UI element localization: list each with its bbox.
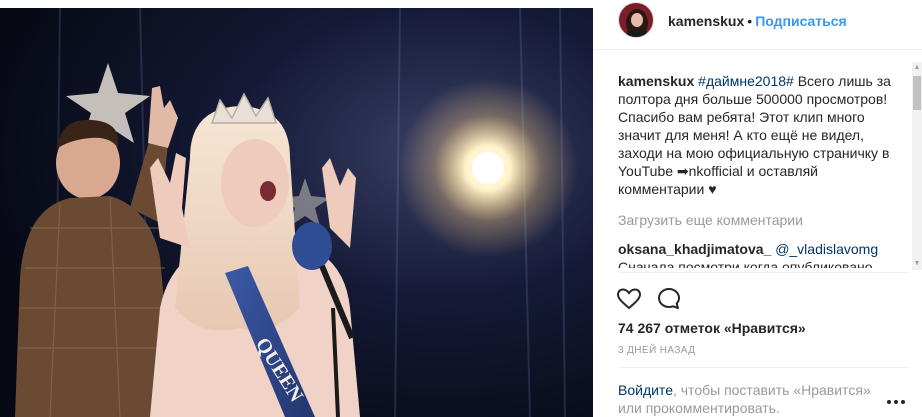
post-photo[interactable]: QUEEN xyxy=(0,8,593,417)
scrollbar-thumb[interactable] xyxy=(913,76,921,110)
load-more-comments-button[interactable]: Загрузить еще комментарии xyxy=(618,211,903,229)
post-header: kamenskux • Подписаться xyxy=(593,0,922,50)
comment-item: oksana_khadjimatova_ @_vladislavomg Снач… xyxy=(618,240,903,268)
avatar[interactable] xyxy=(618,2,654,38)
comment-button[interactable] xyxy=(656,286,682,312)
likes-count[interactable]: 74 267 отметок «Нравится» xyxy=(618,320,806,336)
ellipsis-icon xyxy=(887,400,905,404)
avatar-image xyxy=(619,3,653,37)
scroll-down-arrow-icon[interactable]: ▼ xyxy=(912,258,922,270)
more-options-button[interactable] xyxy=(885,392,907,412)
caption-text: Всего лишь за полтора дня больше 500000 … xyxy=(618,73,891,197)
post-timestamp[interactable]: 3 ДНЕЙ НАЗАД xyxy=(618,345,695,356)
login-link[interactable]: Войдите xyxy=(618,382,673,398)
photo-scene: QUEEN xyxy=(0,8,593,417)
caption: kamenskux #даймне2018# Всего лишь за пол… xyxy=(618,72,903,198)
heart-icon xyxy=(616,288,642,310)
login-prompt: Войдите, чтобы поставить «Нравится» или … xyxy=(618,381,888,417)
caption-username[interactable]: kamenskux xyxy=(618,73,694,89)
like-button[interactable] xyxy=(616,286,642,312)
header-username[interactable]: kamenskux xyxy=(668,13,744,29)
header-line: kamenskux • Подписаться xyxy=(668,13,847,29)
caption-hashtag[interactable]: #даймне2018# xyxy=(698,73,794,89)
divider xyxy=(618,367,910,368)
comment-username[interactable]: oksana_khadjimatova_ xyxy=(618,241,771,257)
comment-mention[interactable]: @_vladislavomg xyxy=(775,241,878,257)
scroll-up-arrow-icon[interactable]: ▲ xyxy=(912,62,922,74)
separator-dot: • xyxy=(747,13,753,29)
speech-bubble-icon xyxy=(658,288,680,309)
follow-button[interactable]: Подписаться xyxy=(755,13,847,29)
divider xyxy=(618,272,910,273)
comments-list[interactable]: kamenskux #даймне2018# Всего лишь за пол… xyxy=(618,72,903,268)
comment-text: Сначала посмотри когда опубликовано xyxy=(618,259,873,268)
comments-scrollbar[interactable]: ▲ ▼ xyxy=(912,62,922,270)
